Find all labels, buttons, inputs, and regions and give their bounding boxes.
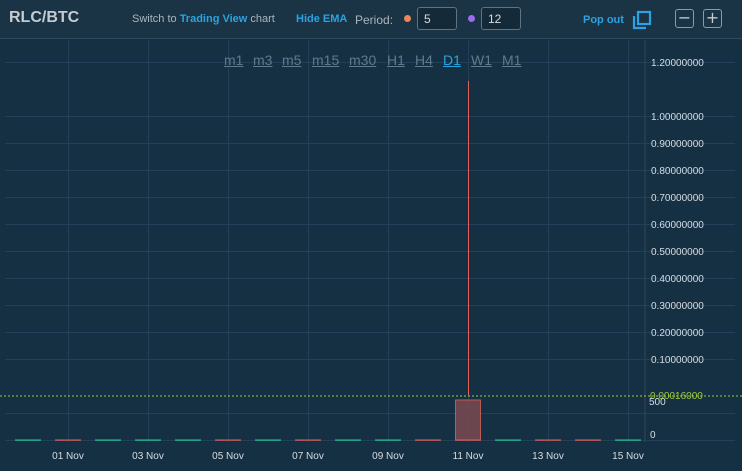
volume-tick-label: 500 — [649, 397, 666, 408]
candle-body — [15, 439, 41, 441]
volume-bar — [455, 399, 481, 441]
y-tick-label: 0.30000000 — [651, 301, 704, 312]
candle-body — [535, 439, 561, 441]
y-tick-label: 0.40000000 — [651, 274, 704, 285]
candle-body — [615, 439, 641, 441]
candle-body — [335, 439, 361, 441]
candle-body — [575, 439, 601, 441]
candle-body — [495, 439, 521, 441]
y-tick-label: 0.50000000 — [651, 247, 704, 258]
x-tick-label: 11 Nov — [453, 451, 484, 462]
y-tick-label: 1.00000000 — [651, 112, 704, 123]
candle-body — [255, 439, 281, 441]
candle-body — [375, 439, 401, 441]
y-tick-label: 0.10000000 — [651, 355, 704, 366]
timeframe-h4[interactable]: H4 — [415, 52, 433, 68]
timeframe-m5[interactable]: m5 — [282, 52, 301, 68]
y-tick-label: 0.90000000 — [651, 139, 704, 150]
y-tick-label: 0.80000000 — [651, 166, 704, 177]
y-tick-label: 0.60000000 — [651, 220, 704, 231]
candle-body — [215, 439, 241, 441]
timeframe-m1[interactable]: m1 — [224, 52, 243, 68]
volume-tick-label: 0 — [650, 430, 656, 441]
candle-body — [55, 439, 81, 441]
candle-body — [135, 439, 161, 441]
timeframe-m3[interactable]: m3 — [253, 52, 272, 68]
x-tick-label: 03 Nov — [132, 451, 164, 462]
timeframe-m1[interactable]: M1 — [502, 52, 521, 68]
candle-body — [295, 439, 321, 441]
timeframe-d1[interactable]: D1 — [443, 52, 461, 68]
y-tick-label: 0.70000000 — [651, 193, 704, 204]
x-tick-label: 09 Nov — [372, 451, 404, 462]
timeframe-m15[interactable]: m15 — [312, 52, 339, 68]
candle-body — [95, 439, 121, 441]
timeframe-w1[interactable]: W1 — [471, 52, 492, 68]
candle-body — [415, 439, 441, 441]
x-tick-label: 13 Nov — [532, 451, 564, 462]
timeframe-m30[interactable]: m30 — [349, 52, 376, 68]
x-tick-label: 07 Nov — [292, 451, 324, 462]
timeframe-selector: m1 m3 m5 m15 m30 H1 H4 D1 W1 M1 — [0, 52, 742, 70]
candle-body — [175, 439, 201, 441]
price-chart: 1.200000001.000000000.900000000.80000000… — [0, 40, 742, 462]
x-tick-label: 01 Nov — [52, 451, 84, 462]
timeframe-h1[interactable]: H1 — [387, 52, 405, 68]
y-tick-label: 0.20000000 — [651, 328, 704, 339]
x-tick-label: 15 Nov — [612, 451, 644, 462]
x-tick-label: 05 Nov — [212, 451, 244, 462]
